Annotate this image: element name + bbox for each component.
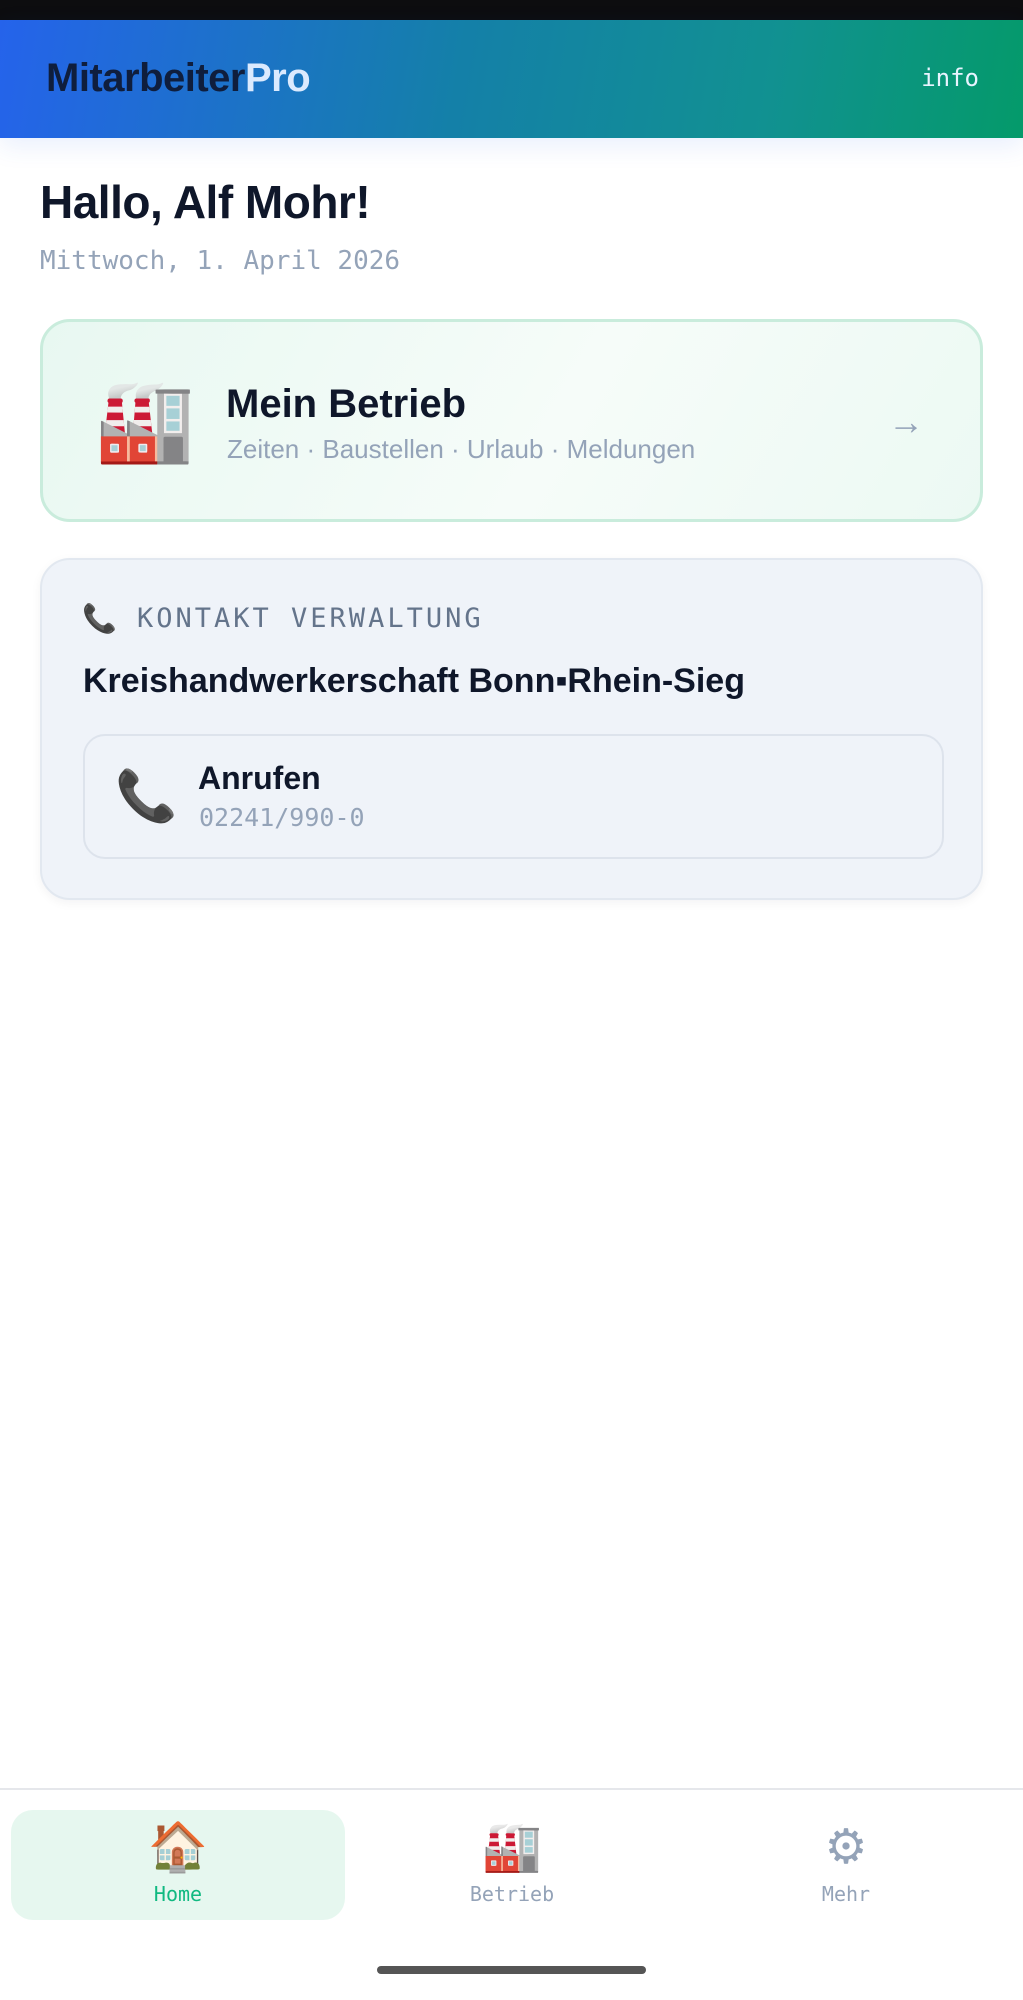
nav-label-betrieb: Betrieb [469,1882,555,1906]
current-date: Mittwoch, 1. April 2026 [40,246,401,276]
info-button[interactable]: info [921,62,979,94]
app-header: MitarbeiterPro info [0,20,1023,138]
betrieb-card-title: Mein Betrieb [226,382,467,426]
gear-icon: ⚙ [824,1821,868,1874]
kontakt-section-label: KONTAKT VERWALTUNG [137,603,484,634]
nav-item-mehr[interactable]: ⚙ Mehr [679,1810,1013,1920]
kontakt-organization-name: Kreishandwerkerschaft Bonn▪Rhein-Sieg [83,662,745,700]
brand-name-part1: Mitarbeiter [46,56,246,100]
nav-label-mehr: Mehr [821,1882,871,1906]
phone-icon: 📞 [115,768,178,824]
status-bar [0,0,1023,20]
app-logo: MitarbeiterPro [46,52,311,104]
phone-icon: 📞 [82,603,117,634]
call-button[interactable]: 📞 Anrufen 02241/990-0 [83,734,944,859]
betrieb-card-subtitle: Zeiten · Baustellen · Urlaub · Meldungen [227,434,696,464]
kontakt-verwaltung-card: 📞 KONTAKT VERWALTUNG Kreishandwerkerscha… [40,558,983,900]
factory-icon: 🏭 [482,1821,542,1874]
factory-icon: 🏭 [95,376,195,465]
nav-item-betrieb[interactable]: 🏭 Betrieb [345,1810,679,1920]
arrow-right-icon: → [888,401,924,442]
call-button-label: Anrufen [198,760,321,796]
phone-number: 02241/990-0 [199,803,365,832]
brand-name-part2: Pro [245,56,311,100]
nav-item-home[interactable]: 🏠 Home [11,1810,345,1920]
house-icon: 🏠 [148,1821,208,1874]
mein-betrieb-card[interactable]: 🏭 Mein Betrieb Zeiten · Baustellen · Url… [40,319,983,522]
nav-label-home: Home [153,1882,203,1906]
home-indicator [377,1966,646,1974]
greeting-title: Hallo, Alf Mohr! [40,176,371,228]
